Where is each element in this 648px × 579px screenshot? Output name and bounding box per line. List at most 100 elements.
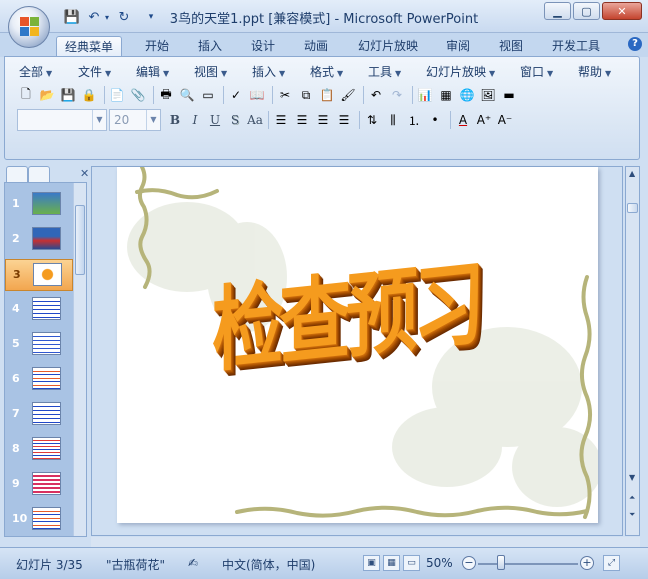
scrollbar-thumb[interactable] xyxy=(75,205,85,275)
previous-slide-icon[interactable]: ⏶ xyxy=(629,493,635,503)
slide-number: 6 xyxy=(12,372,20,385)
title-bar: 💾 ↶ ▾ ↻ ▾ 3鸟的天堂1.ppt [兼容模式] - Microsoft … xyxy=(0,0,648,33)
slide-view-icon[interactable]: ▭ xyxy=(199,86,217,104)
font-size-combo[interactable]: 20 ▼ xyxy=(109,109,161,131)
zoom-slider[interactable] xyxy=(478,563,578,565)
paste-icon[interactable]: 📋 xyxy=(318,86,336,104)
numbering-icon[interactable]: ⒈ xyxy=(405,111,423,129)
font-name-combo[interactable]: ▼ xyxy=(17,109,107,131)
pdf-icon[interactable]: 📄 xyxy=(108,86,126,104)
color-scheme-icon[interactable]: ▬ xyxy=(500,86,518,104)
open-folder-icon[interactable]: 📂 xyxy=(38,86,56,104)
spelling-icon[interactable]: ✓ xyxy=(227,86,245,104)
menu-tools[interactable]: 工具 ▼ xyxy=(368,63,401,80)
tab-home[interactable]: 开始 xyxy=(137,36,177,57)
tab-outline[interactable] xyxy=(28,166,50,183)
scrollbar-thumb[interactable] xyxy=(627,203,638,213)
help-icon[interactable]: ? xyxy=(628,37,642,51)
save-icon[interactable]: 💾 xyxy=(59,86,77,104)
tab-slideshow[interactable]: 幻灯片放映 xyxy=(350,36,426,57)
change-case-button[interactable]: Aa xyxy=(245,110,265,130)
justify-icon[interactable]: ☰ xyxy=(335,111,353,129)
bullets-icon[interactable]: • xyxy=(426,111,444,129)
menu-help[interactable]: 帮助 ▼ xyxy=(578,63,611,80)
menu-slideshow[interactable]: 幻灯片放映 ▼ xyxy=(426,63,495,80)
fit-to-window-button[interactable]: ⤢ xyxy=(603,555,620,571)
menu-edit[interactable]: 编辑 ▼ xyxy=(136,63,169,80)
picture-icon[interactable]: 🖼 xyxy=(479,86,497,104)
underline-button[interactable]: U xyxy=(205,110,225,130)
tab-view[interactable]: 视图 xyxy=(491,36,531,57)
slide-thumbnail[interactable]: 6 xyxy=(5,364,73,396)
slide-thumbnail[interactable]: 7 xyxy=(5,399,73,431)
close-button[interactable]: ✕ xyxy=(602,2,642,20)
menu-all[interactable]: 全部 ▼ xyxy=(19,63,52,80)
attach-icon[interactable]: 📎 xyxy=(129,86,147,104)
tab-design[interactable]: 设计 xyxy=(243,36,283,57)
close-pane-icon[interactable]: ✕ xyxy=(80,167,89,180)
slide-sorter-button[interactable]: ▦ xyxy=(383,555,400,571)
menu-insert[interactable]: 插入 ▼ xyxy=(252,63,285,80)
redo-icon[interactable]: ↷ xyxy=(388,86,406,104)
shrink-font-icon[interactable]: A⁻ xyxy=(496,111,514,129)
align-right-icon[interactable]: ☰ xyxy=(314,111,332,129)
menu-format[interactable]: 格式 ▼ xyxy=(310,63,343,80)
vertical-scrollbar[interactable]: ▲ ▼ ⏶ ⏷ xyxy=(625,166,640,536)
scroll-down-icon[interactable]: ▼ xyxy=(629,473,635,482)
current-slide[interactable]: 检查预习 xyxy=(117,167,598,523)
slide-thumbnail[interactable]: 9 xyxy=(5,469,73,501)
italic-button[interactable]: I xyxy=(185,110,205,130)
permission-icon[interactable]: 🔒 xyxy=(80,86,98,104)
align-center-icon[interactable]: ☰ xyxy=(293,111,311,129)
maximize-button[interactable]: ▢ xyxy=(573,2,600,20)
minimize-button[interactable]: ▁ xyxy=(544,2,571,20)
copy-icon[interactable]: ⧉ xyxy=(297,86,315,104)
tab-slides[interactable] xyxy=(6,166,28,183)
slideshow-button[interactable]: ▭ xyxy=(403,555,420,571)
new-document-icon[interactable]: 🗋 xyxy=(17,86,35,104)
office-button[interactable] xyxy=(8,6,50,48)
print-icon[interactable]: 🖶 xyxy=(157,86,175,104)
globe-icon[interactable]: 🌐 xyxy=(458,86,476,104)
zoom-in-button[interactable]: + xyxy=(580,556,594,570)
chart-icon[interactable]: 📊 xyxy=(416,86,434,104)
zoom-out-button[interactable]: − xyxy=(462,556,476,570)
slide-thumbnail[interactable]: 2 xyxy=(5,224,73,256)
undo-icon[interactable]: ↶ xyxy=(367,86,385,104)
slide-thumbnail[interactable]: 1 xyxy=(5,189,73,221)
slide-thumbnail-selected[interactable]: 3 xyxy=(5,259,73,291)
table-icon[interactable]: ▦ xyxy=(437,86,455,104)
text-direction-icon[interactable]: ⇅ xyxy=(363,111,381,129)
cut-icon[interactable]: ✂ xyxy=(276,86,294,104)
menu-view[interactable]: 视图 ▼ xyxy=(194,63,227,80)
tab-insert[interactable]: 插入 xyxy=(190,36,230,57)
zoom-level[interactable]: 50% xyxy=(426,556,453,570)
columns-icon[interactable]: ⫼ xyxy=(384,111,402,129)
print-preview-icon[interactable]: 🔍 xyxy=(178,86,196,104)
shadow-button[interactable]: S xyxy=(225,110,245,130)
scroll-up-icon[interactable]: ▲ xyxy=(629,169,635,178)
next-slide-icon[interactable]: ⏷ xyxy=(629,510,635,520)
slide-thumbnail[interactable]: 4 xyxy=(5,294,73,326)
spell-check-icon[interactable]: ✍ xyxy=(188,556,198,570)
tab-developer[interactable]: 开发工具 xyxy=(544,36,608,57)
slides-pane-scrollbar[interactable] xyxy=(73,183,86,536)
horizontal-scrollbar[interactable] xyxy=(91,537,640,547)
grow-font-icon[interactable]: A⁺ xyxy=(475,111,493,129)
tab-review[interactable]: 审阅 xyxy=(438,36,478,57)
format-painter-icon[interactable]: 🖌 xyxy=(339,86,357,104)
tab-animation[interactable]: 动画 xyxy=(296,36,336,57)
research-icon[interactable]: 📖 xyxy=(248,86,266,104)
font-color-icon[interactable]: A xyxy=(454,111,472,129)
slide-thumbnail[interactable]: 5 xyxy=(5,329,73,361)
zoom-slider-handle[interactable] xyxy=(497,555,505,570)
slide-title-text[interactable]: 检查预习 xyxy=(212,229,480,390)
align-left-icon[interactable]: ☰ xyxy=(272,111,290,129)
slide-thumbnail[interactable]: 10 xyxy=(5,504,73,536)
normal-view-button[interactable]: ▣ xyxy=(363,555,380,571)
menu-file[interactable]: 文件 ▼ xyxy=(78,63,111,80)
menu-window[interactable]: 窗口 ▼ xyxy=(520,63,553,80)
slide-thumbnail[interactable]: 8 xyxy=(5,434,73,466)
bold-button[interactable]: B xyxy=(165,110,185,130)
tab-classic-menu[interactable]: 经典菜单 xyxy=(56,36,123,57)
